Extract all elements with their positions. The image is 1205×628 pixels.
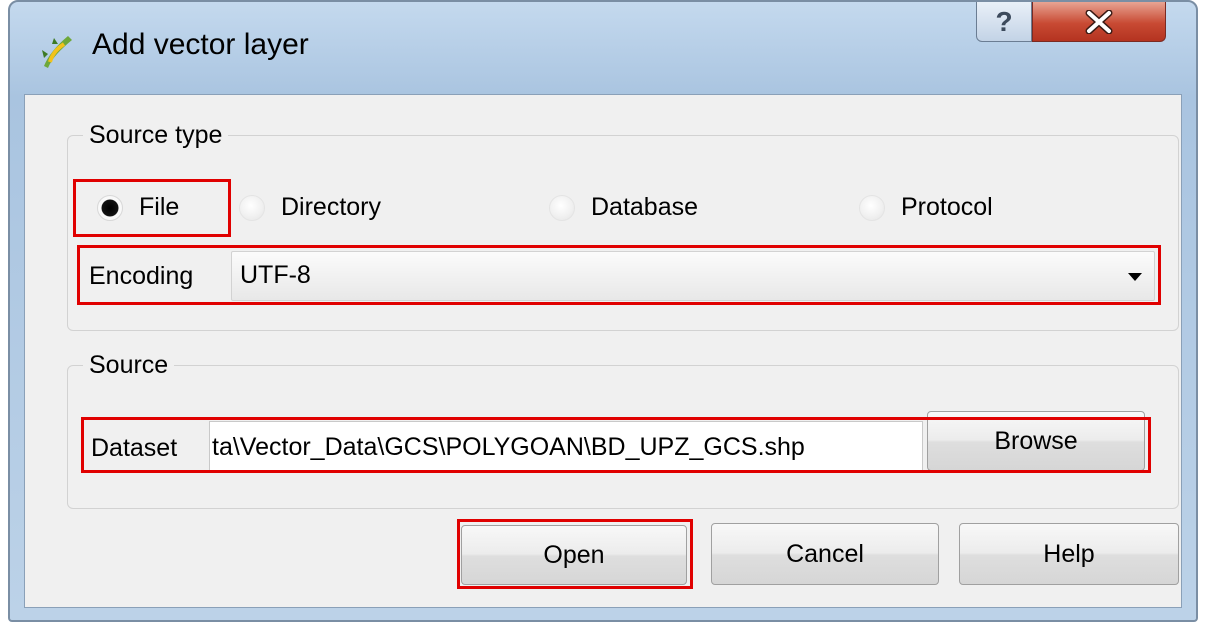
- radio-protocol[interactable]: Protocol: [859, 193, 993, 222]
- radio-directory[interactable]: Directory: [239, 193, 381, 222]
- radio-directory-label: Directory: [281, 193, 382, 221]
- radio-database-indicator: [549, 194, 575, 221]
- title-bar[interactable]: Add vector layer ?: [10, 2, 1196, 94]
- radio-protocol-indicator: [859, 194, 885, 221]
- dialog-body: Source type File Directory Database Prot…: [24, 94, 1182, 608]
- dialog-window: Add vector layer ? Source type File Dire…: [8, 0, 1198, 622]
- source-type-legend: Source type: [83, 121, 229, 150]
- radio-database[interactable]: Database: [549, 193, 698, 222]
- radio-directory-indicator: [239, 194, 265, 221]
- dialog-title: Add vector layer: [92, 28, 309, 61]
- encoding-highlight-box: [77, 245, 1161, 305]
- dataset-highlight-box: [81, 417, 1151, 473]
- close-button[interactable]: [1032, 2, 1166, 42]
- help-button[interactable]: Help: [959, 523, 1179, 585]
- open-highlight-box: [457, 519, 693, 589]
- cancel-button[interactable]: Cancel: [711, 523, 939, 585]
- qgis-icon: [42, 36, 72, 68]
- source-legend: Source: [83, 351, 175, 380]
- radio-protocol-label: Protocol: [901, 193, 993, 221]
- close-icon: [1085, 9, 1113, 34]
- file-highlight-box: [73, 179, 231, 237]
- help-title-button[interactable]: ?: [976, 2, 1032, 42]
- radio-database-label: Database: [591, 193, 699, 221]
- question-icon: ?: [995, 5, 1013, 37]
